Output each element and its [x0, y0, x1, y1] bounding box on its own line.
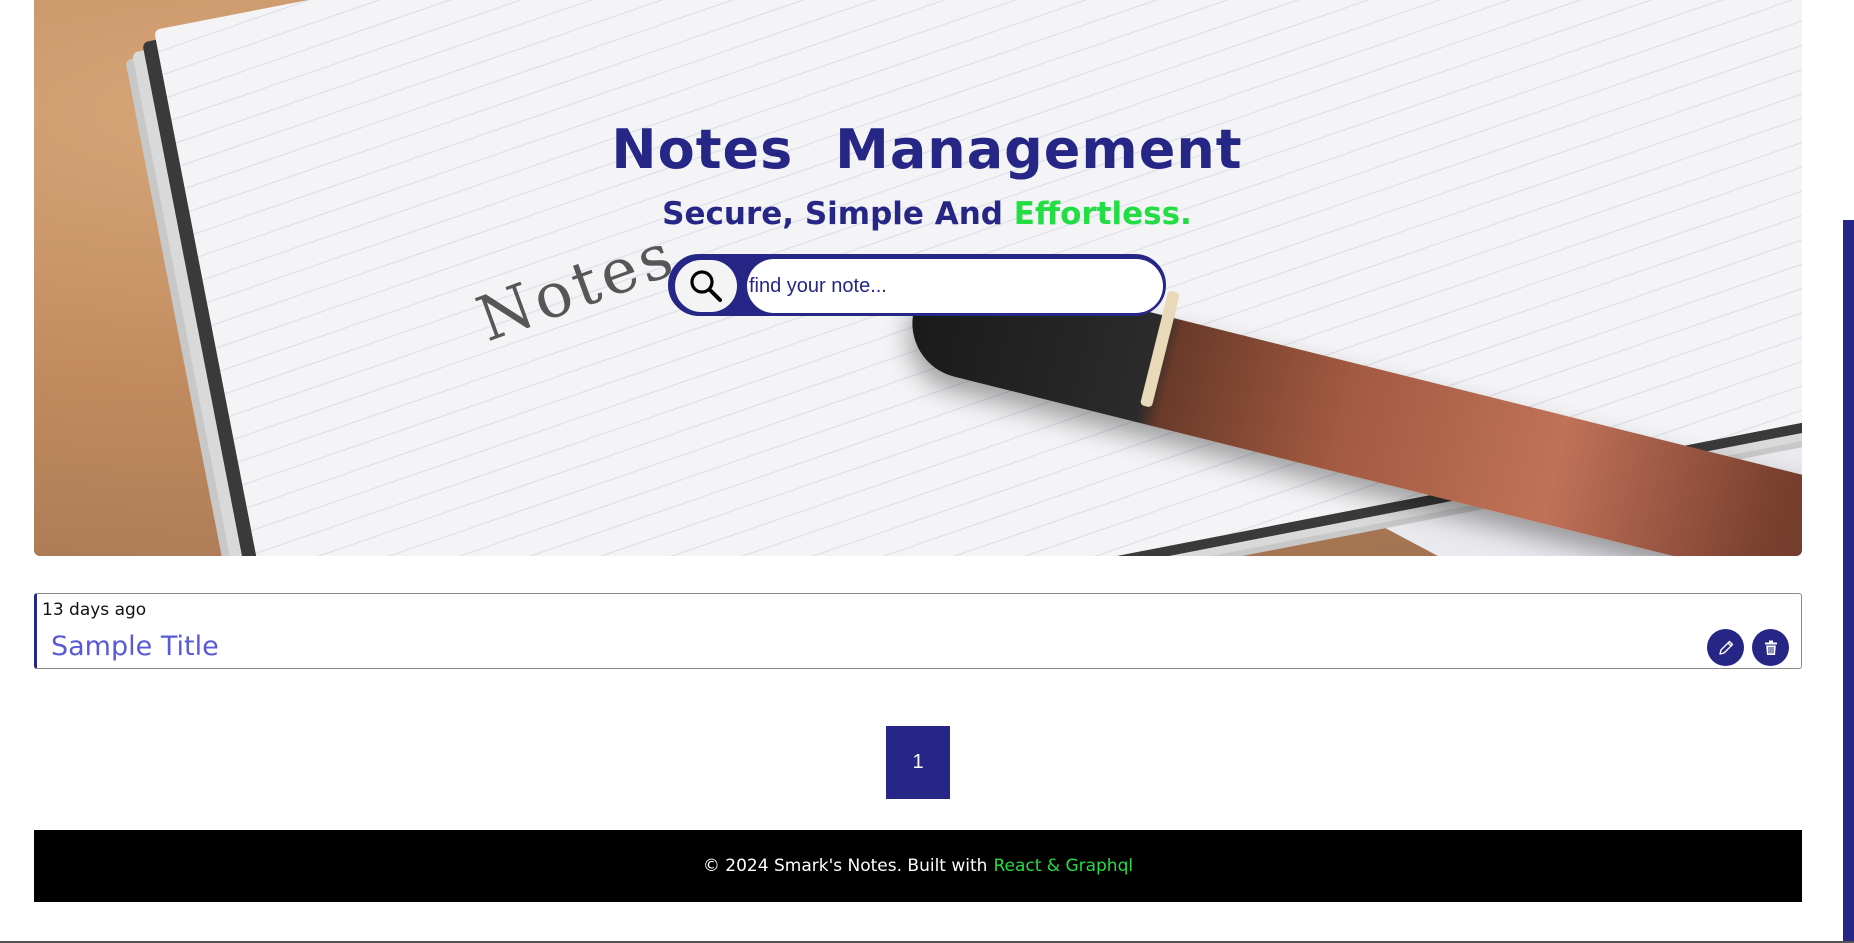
pencil-icon [1718, 640, 1733, 655]
delete-note-button[interactable] [1752, 629, 1789, 666]
page-subtitle: Secure, Simple And Effortless. [0, 196, 1854, 232]
footer: © 2024 Smark's Notes. Built with React &… [34, 830, 1802, 902]
search-icon [690, 270, 722, 302]
search-button[interactable] [675, 260, 737, 312]
footer-link[interactable]: React & Graphql [993, 856, 1133, 876]
subtitle-main: Secure, Simple And [662, 196, 1003, 232]
note-card[interactable]: 13 days ago Sample Title [34, 593, 1802, 669]
scrollbar[interactable] [1843, 220, 1854, 943]
pagination-page-1[interactable]: 1 [886, 726, 950, 799]
note-title[interactable]: Sample Title [51, 631, 219, 662]
trash-icon [1764, 640, 1777, 655]
edit-note-button[interactable] [1707, 629, 1744, 666]
footer-text: © 2024 Smark's Notes. Built with [702, 856, 988, 876]
search-bar [668, 254, 1166, 316]
search-input[interactable] [747, 259, 1163, 313]
subtitle-accent: Effortless. [1013, 196, 1192, 232]
note-timestamp: 13 days ago [42, 600, 147, 620]
page-title: Notes Management [611, 118, 1243, 181]
